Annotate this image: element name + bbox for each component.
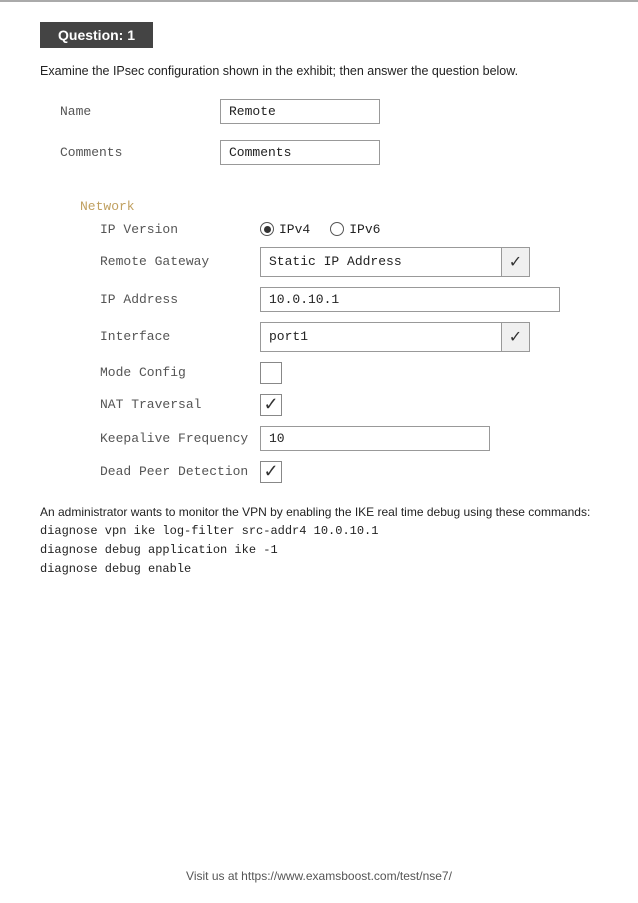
ip-version-row: IP Version IPv4 IPv6 [100,222,598,237]
ip-version-label: IP Version [100,222,260,237]
keepalive-input[interactable] [260,426,490,451]
visit-footer: Visit us at https://www.examsboost.com/t… [0,869,638,883]
nat-traversal-row: NAT Traversal ✓ [100,394,598,416]
comments-row: Comments [60,140,598,165]
ip-address-row: IP Address [100,287,598,312]
form-section: Name Comments Network IP Version IPv4 [60,99,598,483]
remote-gateway-row: Remote Gateway Static IP Address ✓ [100,247,598,277]
interface-row: Interface port1 ✓ [100,322,598,352]
name-input[interactable] [220,99,380,124]
question-header: Question: 1 [40,22,153,48]
dead-peer-row: Dead Peer Detection ✓ [100,461,598,483]
footer-line3: diagnose debug application ike -1 [40,541,598,560]
comments-label: Comments [60,145,220,160]
name-row: Name [60,99,598,124]
network-fields: IP Version IPv4 IPv6 Remote Ga [100,222,598,483]
ipv4-radio[interactable] [260,222,274,236]
ipv6-option[interactable]: IPv6 [330,222,380,237]
comments-input[interactable] [220,140,380,165]
interface-dropdown-arrow-icon[interactable]: ✓ [501,323,529,351]
radio-group: IPv4 IPv6 [260,222,380,237]
name-label: Name [60,104,220,119]
network-label: Network [80,199,598,214]
remote-gateway-value: Static IP Address [261,250,501,273]
network-section: Network IP Version IPv4 IPv6 [80,199,598,483]
ipv4-label: IPv4 [279,222,310,237]
dropdown-arrow-icon[interactable]: ✓ [501,248,529,276]
dead-peer-label: Dead Peer Detection [100,464,260,479]
keepalive-row: Keepalive Frequency [100,426,598,451]
intro-text: Examine the IPsec configuration shown in… [40,62,598,81]
mode-config-checkbox[interactable] [260,362,282,384]
mode-config-label: Mode Config [100,365,260,380]
interface-value: port1 [261,325,501,348]
footer-line1: An administrator wants to monitor the VP… [40,503,598,522]
nat-traversal-checkbox[interactable]: ✓ [260,394,282,416]
ipv6-label: IPv6 [349,222,380,237]
keepalive-label: Keepalive Frequency [100,431,260,446]
mode-config-row: Mode Config [100,362,598,384]
ipv4-option[interactable]: IPv4 [260,222,310,237]
ip-address-input[interactable] [260,287,560,312]
footer-line4: diagnose debug enable [40,560,598,579]
nat-traversal-label: NAT Traversal [100,397,260,412]
ipv6-radio[interactable] [330,222,344,236]
footer-text: An administrator wants to monitor the VP… [40,503,598,580]
interface-dropdown[interactable]: port1 ✓ [260,322,530,352]
footer-line2: diagnose vpn ike log-filter src-addr4 10… [40,522,598,541]
remote-gateway-label: Remote Gateway [100,254,260,269]
dead-peer-checkbox[interactable]: ✓ [260,461,282,483]
ip-address-label: IP Address [100,292,260,307]
interface-label: Interface [100,329,260,344]
remote-gateway-dropdown[interactable]: Static IP Address ✓ [260,247,530,277]
